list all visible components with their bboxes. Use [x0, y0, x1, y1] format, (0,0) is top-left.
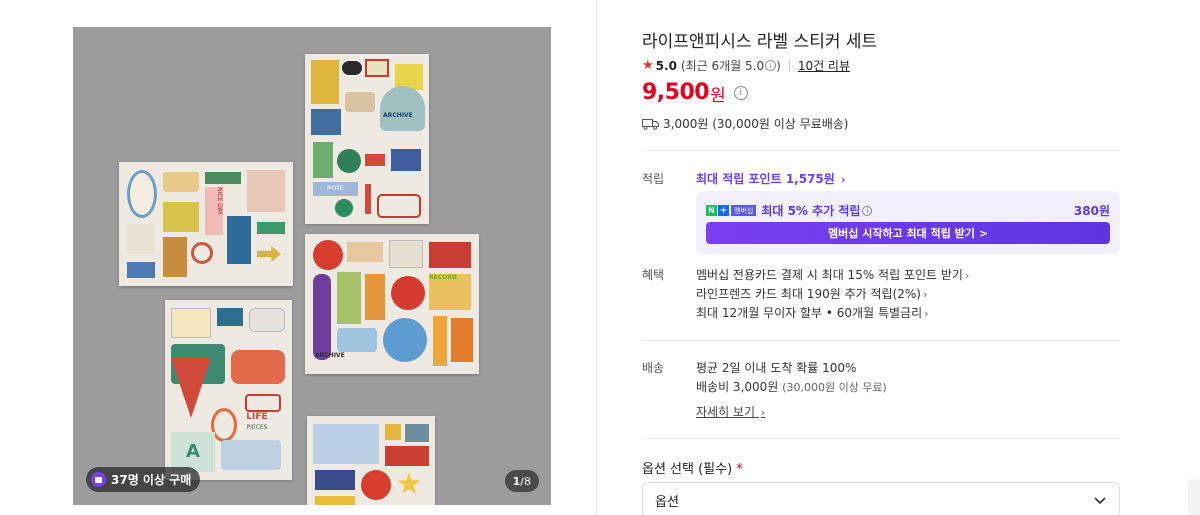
benefit-item-text: 멤버십 전용카드 결제 시 최대 15% 적립 포인트 받기	[696, 268, 963, 282]
extra-points-text: 최대 5% 추가 적립	[761, 204, 861, 218]
required-mark: *	[736, 462, 743, 477]
sticker-text: RECORD	[429, 274, 471, 310]
image-counter-current: 1	[512, 474, 521, 488]
max-points-text: 최대 적립 포인트 1,575원	[696, 172, 835, 186]
price-row: 9,500 원 i	[642, 79, 748, 106]
sticker-sheet: NICE DAY	[119, 162, 293, 286]
option-select-value: 옵션	[655, 494, 679, 510]
sticker-text: LIFE	[246, 412, 268, 422]
product-title: 라이프앤피시스 라벨 스티커 세트	[642, 32, 878, 52]
chevron-right-icon: ›	[841, 173, 846, 186]
naver-n-icon: N	[706, 205, 717, 216]
truck-icon	[642, 118, 659, 130]
sticker-text: A	[171, 432, 215, 472]
start-membership-button[interactable]: 멤버십 시작하고 최대 적립 받기 >	[706, 222, 1110, 244]
sticker-sheet	[307, 416, 435, 505]
sticker-text: NOTE	[313, 182, 358, 196]
sticker-sheet: RECORD ARCHIVE	[305, 234, 479, 374]
option-select[interactable]: 옵션	[642, 482, 1120, 515]
delivery-eta: 평균 2일 이내 도착 확률 100%	[696, 361, 857, 375]
chevron-right-icon: ›	[760, 406, 766, 419]
delivery-fee-sub: (30,000원 이상 무료)	[782, 381, 887, 394]
star-icon: ★	[642, 58, 654, 73]
shopping-bag-icon	[91, 472, 106, 487]
benefit-list: 멤버십 전용카드 결제 시 최대 15% 적립 포인트 받기 › 라인프렌즈 카드…	[696, 266, 969, 323]
product-image-gallery[interactable]: ARCHIVE NOTE NICE DAY RECORD ARCHIVE LIF…	[73, 27, 551, 505]
delivery-fee-main: 배송비 3,000원	[696, 380, 779, 394]
sticker-text: ARCHIVE	[383, 112, 413, 119]
delivery-detail-text: 자세히 보기	[696, 405, 756, 419]
option-title: 옵션 선택 (필수) *	[642, 458, 743, 477]
recent-rating: (최근 6개월 5.0	[680, 59, 765, 73]
shipping-summary: 3,000원 (30,000원 이상 무료배송)	[642, 115, 848, 132]
column-divider	[596, 0, 597, 515]
extra-points-amount: 380원	[1073, 204, 1110, 218]
image-counter: 1 /8	[504, 470, 539, 492]
membership-tag: 멤버십	[731, 205, 757, 216]
delivery-detail-link[interactable]: 자세히 보기 ›	[696, 403, 765, 420]
sticker-text: ARCHIVE	[315, 352, 345, 359]
sticker-sheet: LIFE PIECES A	[165, 300, 292, 480]
info-icon[interactable]: i	[765, 60, 777, 71]
rating-row: ★ 5.0 (최근 6개월 5.0 i ) 10건 리뷰	[642, 57, 850, 74]
section-divider	[642, 438, 1120, 439]
benefit-item[interactable]: 라인프렌즈 카드 최대 190원 추가 적립(2%) ›	[696, 285, 969, 304]
recent-rating-close: )	[776, 58, 781, 73]
chevron-right-icon: ›	[964, 269, 970, 282]
side-scroll-handle[interactable]	[1188, 478, 1200, 515]
chevron-right-icon: ›	[922, 288, 928, 301]
rating-score: 5.0	[655, 58, 677, 73]
chevron-right-icon: ›	[924, 307, 929, 320]
naverpay-points-box: N + 멤버십 최대 5% 추가 적립 i 380원 멤버십 시작하고 최대 적…	[696, 191, 1120, 254]
delivery-label: 배송	[642, 361, 665, 375]
naverpay-row: N + 멤버십 최대 5% 추가 적립 i	[706, 202, 873, 219]
info-icon[interactable]: i	[862, 205, 873, 216]
sticker-text: NICE DAY	[205, 187, 223, 235]
chevron-down-icon	[1094, 497, 1106, 505]
benefits-label: 혜택	[642, 268, 665, 282]
price: 9,500	[642, 80, 710, 105]
section-divider	[642, 150, 1120, 151]
max-points-link[interactable]: 최대 적립 포인트 1,575원 ›	[696, 170, 846, 187]
benefit-item-text: 라인프렌즈 카드 최대 190원 추가 적립(2%)	[696, 287, 921, 301]
price-unit: 원	[710, 86, 726, 106]
plus-icon: +	[718, 205, 729, 216]
buyers-badge: 37명 이상 구매	[86, 467, 201, 492]
benefit-item-text: 최대 12개월 무이자 할부 • 60개월 특별금리	[696, 306, 923, 320]
image-counter-total: /8	[520, 474, 531, 488]
sticker-text: PIECES	[246, 424, 268, 431]
delivery-fee: 배송비 3,000원 (30,000원 이상 무료)	[696, 378, 887, 397]
delivery-details: 평균 2일 이내 도착 확률 100% 배송비 3,000원 (30,000원 …	[696, 359, 887, 397]
section-divider	[642, 340, 1120, 341]
shipping-summary-text: 3,000원 (30,000원 이상 무료배송)	[663, 117, 849, 131]
review-link[interactable]: 10건 리뷰	[798, 57, 850, 74]
buyers-badge-label: 37명 이상 구매	[111, 473, 192, 487]
benefit-item[interactable]: 최대 12개월 무이자 할부 • 60개월 특별금리 ›	[696, 304, 969, 323]
option-title-text: 옵션 선택 (필수)	[642, 462, 733, 477]
benefit-item[interactable]: 멤버십 전용카드 결제 시 최대 15% 적립 포인트 받기 ›	[696, 266, 969, 285]
separator	[788, 60, 790, 71]
sticker-sheet: ARCHIVE NOTE	[305, 54, 429, 224]
points-label: 적립	[642, 172, 665, 186]
price-info-icon[interactable]: i	[733, 85, 748, 100]
